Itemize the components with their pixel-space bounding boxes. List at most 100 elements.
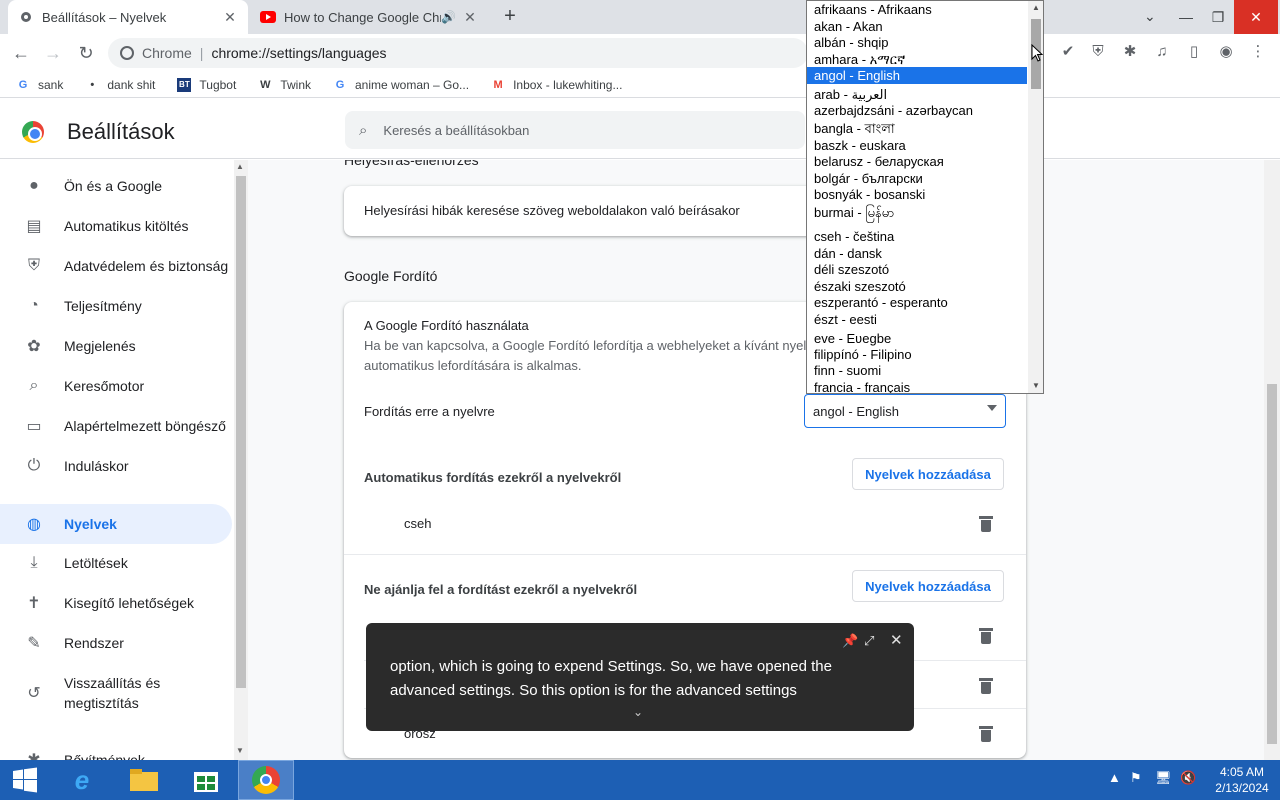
bookmark-inbox[interactable]: M Inbox - lukewhiting...	[491, 78, 622, 92]
sidebar-item-performance[interactable]: ◔ Teljesítmény	[0, 286, 232, 326]
extension-icon[interactable]: ✔	[1058, 42, 1078, 62]
close-icon[interactable]: ✕	[890, 631, 903, 649]
expand-icon[interactable]: ⤢	[864, 633, 874, 649]
dropdown-option[interactable]: déli szeszotó	[807, 261, 1027, 278]
sidebar-item-autofill[interactable]: ▤ Automatikus kitöltés	[0, 206, 232, 246]
file-explorer-button[interactable]	[116, 760, 172, 800]
chevron-down-icon[interactable]: ⌄	[1144, 8, 1156, 25]
sidebar-item-default-browser[interactable]: ▭ Alapértelmezett böngésző	[0, 406, 232, 446]
menu-icon[interactable]: ⋮	[1248, 42, 1268, 62]
site-icon: W	[260, 78, 271, 91]
internet-explorer-button[interactable]: e	[54, 760, 110, 800]
dropdown-option[interactable]: bosnyák - bosanski	[807, 186, 1027, 203]
shield-icon[interactable]: ⛨	[1088, 42, 1108, 62]
address-bar[interactable]: Chrome | chrome://settings/languages	[108, 38, 808, 68]
minimize-button[interactable]: —	[1170, 9, 1202, 25]
dropdown-option[interactable]: arab - العربية	[807, 86, 1027, 103]
media-icon[interactable]: ♫	[1152, 42, 1172, 62]
scroll-down-icon[interactable]: ▼	[1032, 381, 1040, 390]
pin-icon[interactable]: 📌	[842, 633, 858, 649]
back-button[interactable]: ←	[10, 42, 32, 64]
sidebar-item-search-engine[interactable]: ⌕ Keresőmotor	[0, 366, 232, 406]
bookmark-tugbot[interactable]: BT Tugbot	[177, 77, 236, 92]
delete-icon[interactable]	[979, 726, 993, 742]
sidebar-item-downloads[interactable]: ⤓ Letöltések	[0, 543, 232, 583]
window-close-button[interactable]: ✕	[1234, 0, 1278, 34]
bookmark-twink[interactable]: W Twink	[258, 78, 311, 92]
scrollbar-thumb[interactable]	[236, 176, 246, 688]
dropdown-option[interactable]: finn - suomi	[807, 362, 1027, 379]
scrollbar-thumb[interactable]	[1267, 384, 1277, 744]
delete-icon[interactable]	[979, 516, 993, 532]
dropdown-option[interactable]: albán - shqip	[807, 34, 1027, 51]
sidebar-item-appearance[interactable]: ✿ Megjelenés	[0, 326, 232, 366]
sidebar-item-system[interactable]: ✎ Rendszer	[0, 623, 232, 663]
forward-button[interactable]: →	[42, 42, 64, 64]
close-icon[interactable]: ✕	[222, 9, 238, 26]
new-tab-button[interactable]: +	[498, 5, 522, 29]
bookmark-sank[interactable]: G sank	[16, 78, 64, 92]
dropdown-option-selected[interactable]: angol - English	[807, 67, 1027, 84]
main-scrollbar[interactable]	[1264, 160, 1280, 760]
delete-icon[interactable]	[979, 678, 993, 694]
volume-muted-icon[interactable]: 🔇	[1180, 770, 1196, 786]
chrome-logo-icon	[22, 121, 44, 143]
dropdown-option[interactable]: filippínó - Filipino	[807, 346, 1027, 363]
start-button[interactable]	[0, 760, 50, 800]
target-language-select[interactable]: angol - English	[804, 394, 1006, 428]
dropdown-option[interactable]: eve - Eʋegbe	[807, 330, 1027, 347]
language-dropdown-list[interactable]: afrikaans - Afrikaans akan - Akan albán …	[806, 0, 1044, 394]
dropdown-option[interactable]: északi szeszotó	[807, 278, 1027, 295]
sidebar-item-you-and-google[interactable]: ● Ön és a Google	[0, 166, 232, 206]
dropdown-option[interactable]: észt - eesti	[807, 311, 1027, 328]
tab-youtube-video[interactable]: How to Change Google Chro 🔊 ✕	[250, 0, 488, 34]
dropdown-option[interactable]: belarusz - беларуская	[807, 153, 1027, 170]
sidebar-item-on-startup[interactable]: ⏻ Induláskor	[0, 446, 232, 486]
close-icon[interactable]: ✕	[462, 9, 478, 26]
dropdown-option[interactable]: dán - dansk	[807, 245, 1027, 262]
scroll-up-icon[interactable]: ▲	[1032, 3, 1040, 12]
dropdown-option[interactable]: akan - Akan	[807, 18, 1027, 35]
dropdown-option[interactable]: eszperantó - esperanto	[807, 294, 1027, 311]
profile-icon[interactable]: ◉	[1216, 42, 1236, 62]
sidebar-scrollbar[interactable]: ▲ ▼	[234, 160, 248, 760]
dropdown-option[interactable]: amhara - አማርኛ	[807, 51, 1027, 68]
puzzle-icon: ✱	[24, 750, 44, 760]
dropdown-option[interactable]: afrikaans - Afrikaans	[807, 1, 1027, 18]
taskbar-clock[interactable]: 4:05 AM 2/13/2024	[1210, 764, 1274, 796]
delete-icon[interactable]	[979, 628, 993, 644]
sidebar-item-reset[interactable]: ↺ Visszaállítás és megtisztítás	[0, 667, 232, 719]
chevron-down-icon[interactable]: ⌄	[633, 705, 643, 719]
dropdown-option[interactable]: baszk - euskara	[807, 137, 1027, 154]
sidebar-item-accessibility[interactable]: ✝ Kisegítő lehetőségek	[0, 583, 232, 623]
dropdown-option[interactable]: cseh - čeština	[807, 228, 1027, 245]
dropdown-option[interactable]: bolgár - български	[807, 170, 1027, 187]
add-never-languages-button[interactable]: Nyelvek hozzáadása	[852, 570, 1004, 602]
store-button[interactable]	[178, 760, 234, 800]
tab-settings-languages[interactable]: Beállítások – Nyelvek ✕	[8, 0, 248, 34]
sidebar-item-privacy[interactable]: ⛨ Adatvédelem és biztonság	[0, 246, 232, 286]
restore-button[interactable]: ❐	[1202, 9, 1234, 26]
bookmark-anime-woman[interactable]: G anime woman – Go...	[333, 78, 469, 92]
add-auto-languages-button[interactable]: Nyelvek hozzáadása	[852, 458, 1004, 490]
dropdown-option[interactable]: bangla - বাংলা	[807, 120, 1027, 137]
sidebar-item-extensions[interactable]: ✱ Bővítmények	[0, 740, 232, 760]
sidebar-item-languages[interactable]: ◍ Nyelvek	[0, 504, 232, 544]
spellcheck-description: Helyesírási hibák keresése szöveg webold…	[364, 203, 740, 218]
side-panel-icon[interactable]: ▯	[1184, 42, 1204, 62]
chrome-taskbar-button[interactable]	[238, 760, 294, 800]
dropdown-option[interactable]: azerbajdzsáni - azərbaycan	[807, 102, 1027, 119]
reload-button[interactable]: ↻	[75, 42, 97, 64]
dropdown-option[interactable]: burmai - မြန်မာ	[807, 204, 1027, 221]
network-icon[interactable]: 🖥	[1155, 770, 1172, 786]
scroll-up-icon[interactable]: ▲	[236, 162, 244, 171]
tray-overflow-icon[interactable]: ▲	[1108, 770, 1121, 785]
tab-strip: Beállítások – Nyelvek ✕ How to Change Go…	[0, 0, 1280, 34]
dropdown-option[interactable]: francia - français	[807, 379, 1027, 393]
bookmark-dank-shit[interactable]: • dank shit	[85, 78, 155, 92]
scroll-down-icon[interactable]: ▼	[236, 746, 244, 755]
speaker-icon[interactable]: 🔊	[441, 10, 456, 24]
flag-icon[interactable]: ⚑	[1130, 770, 1142, 786]
settings-search-input[interactable]: ⌕ Keresés a beállításokban	[345, 111, 805, 149]
puzzle-icon[interactable]: ✱	[1120, 42, 1140, 62]
